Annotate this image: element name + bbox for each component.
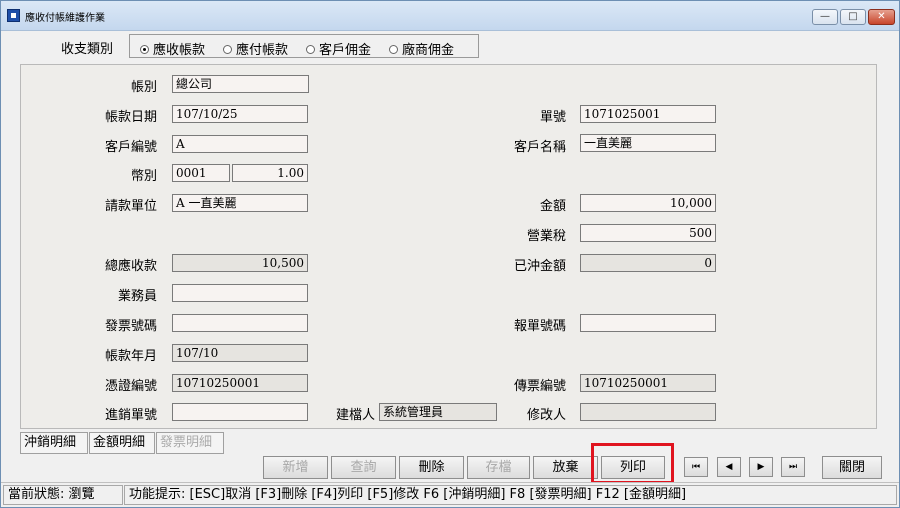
total-label: 總應收款 [104, 259, 157, 274]
print-highlight-box [591, 443, 674, 484]
doc-no-field[interactable]: 1071025001 [580, 105, 716, 123]
radio-dot-icon [140, 45, 149, 54]
status-hint: 功能提示: [ESC]取消 [F3]刪除 [F4]列印 [F5]修改 F6 [沖… [124, 485, 897, 505]
customer-name-field[interactable]: 一直美麗 [580, 134, 716, 152]
invoice-no-field[interactable] [172, 314, 308, 332]
invoice-no-label: 發票號碼 [104, 319, 157, 334]
type-group-label: 收支類別 [61, 42, 114, 57]
tab-invoice-detail[interactable]: 發票明細 [156, 432, 224, 454]
radio-dot-icon [306, 45, 315, 54]
account-field[interactable]: 總公司 [172, 75, 309, 93]
sales-field[interactable] [172, 284, 308, 302]
save-button[interactable]: 存檔 [467, 456, 530, 479]
radio-dot-icon [223, 45, 232, 54]
slip-no-label: 傳票編號 [513, 379, 566, 394]
period-field: 107/10 [172, 344, 308, 362]
voucher-no-label: 憑證編號 [104, 379, 157, 394]
tab-amount-detail[interactable]: 金額明細 [89, 432, 155, 454]
app-window: 應收付帳維護作業 — □ ✕ 收支類別 應收帳款 應付帳款 客戶佣金 廠商佣金 … [0, 0, 900, 508]
status-state: 當前狀態: 瀏覽 [3, 485, 123, 505]
maximize-button[interactable]: □ [840, 9, 866, 25]
sales-label: 業務員 [117, 289, 157, 304]
currency-rate-field[interactable]: 1.00 [232, 164, 308, 182]
sales-no-field[interactable] [172, 403, 308, 421]
customer-code-field[interactable]: A [172, 135, 308, 153]
tax-field[interactable]: 500 [580, 224, 716, 242]
last-record-icon[interactable]: ⏭ [781, 457, 805, 477]
doc-no-label: 單號 [539, 110, 566, 125]
modifier-label: 修改人 [526, 408, 566, 423]
date-field[interactable]: 107/10/25 [172, 105, 308, 123]
next-record-icon[interactable]: ▶ [749, 457, 773, 477]
slip-no-field: 10710250001 [580, 374, 716, 392]
close-button[interactable]: 關閉 [822, 456, 882, 479]
window-title: 應收付帳維護作業 [25, 13, 105, 24]
title-bar: 應收付帳維護作業 — □ ✕ [1, 1, 899, 31]
offset-field: 0 [580, 254, 716, 272]
currency-code-field[interactable]: 0001 [172, 164, 230, 182]
offset-label: 已沖金額 [513, 259, 566, 274]
tab-offset-detail[interactable]: 沖銷明細 [20, 432, 88, 454]
customer-code-label: 客戶編號 [104, 140, 157, 155]
sales-no-label: 進銷單號 [104, 408, 157, 423]
date-label: 帳款日期 [104, 110, 157, 125]
radio-customer-commission[interactable]: 客戶佣金 [306, 39, 371, 58]
status-bar: 當前狀態: 瀏覽 功能提示: [ESC]取消 [F3]刪除 [F4]列印 [F5… [1, 482, 899, 507]
radio-dot-icon [389, 45, 398, 54]
amount-field[interactable]: 10,000 [580, 194, 716, 212]
billing-unit-label: 請款單位 [104, 199, 157, 214]
radio-receivable[interactable]: 應收帳款 [140, 39, 205, 58]
report-no-label: 報單號碼 [513, 319, 566, 334]
type-options-box: 應收帳款 應付帳款 客戶佣金 廠商佣金 [129, 34, 479, 58]
period-label: 帳款年月 [104, 349, 157, 364]
amount-label: 金額 [539, 199, 566, 214]
report-no-field[interactable] [580, 314, 716, 332]
query-button[interactable]: 查詢 [331, 456, 396, 479]
tax-label: 營業稅 [526, 229, 566, 244]
minimize-button[interactable]: — [812, 9, 838, 25]
currency-label: 幣別 [130, 169, 157, 184]
account-label: 帳別 [130, 80, 157, 95]
close-window-button[interactable]: ✕ [868, 9, 895, 25]
prev-record-icon[interactable]: ◀ [717, 457, 741, 477]
modifier-field [580, 403, 716, 421]
creator-label: 建檔人 [335, 408, 375, 423]
billing-unit-field[interactable]: A 一直美麗 [172, 194, 308, 212]
new-button[interactable]: 新增 [263, 456, 328, 479]
creator-field: 系統管理員 [379, 403, 497, 421]
app-icon [7, 9, 20, 22]
total-field: 10,500 [172, 254, 308, 272]
voucher-no-field: 10710250001 [172, 374, 308, 392]
customer-name-label: 客戶名稱 [513, 140, 566, 155]
radio-vendor-commission[interactable]: 廠商佣金 [389, 39, 454, 58]
radio-payable[interactable]: 應付帳款 [223, 39, 288, 58]
status-state-value: 瀏覽 [68, 487, 95, 502]
discard-button[interactable]: 放棄 [533, 456, 598, 479]
delete-button[interactable]: 刪除 [399, 456, 464, 479]
first-record-icon[interactable]: ⏮ [684, 457, 708, 477]
